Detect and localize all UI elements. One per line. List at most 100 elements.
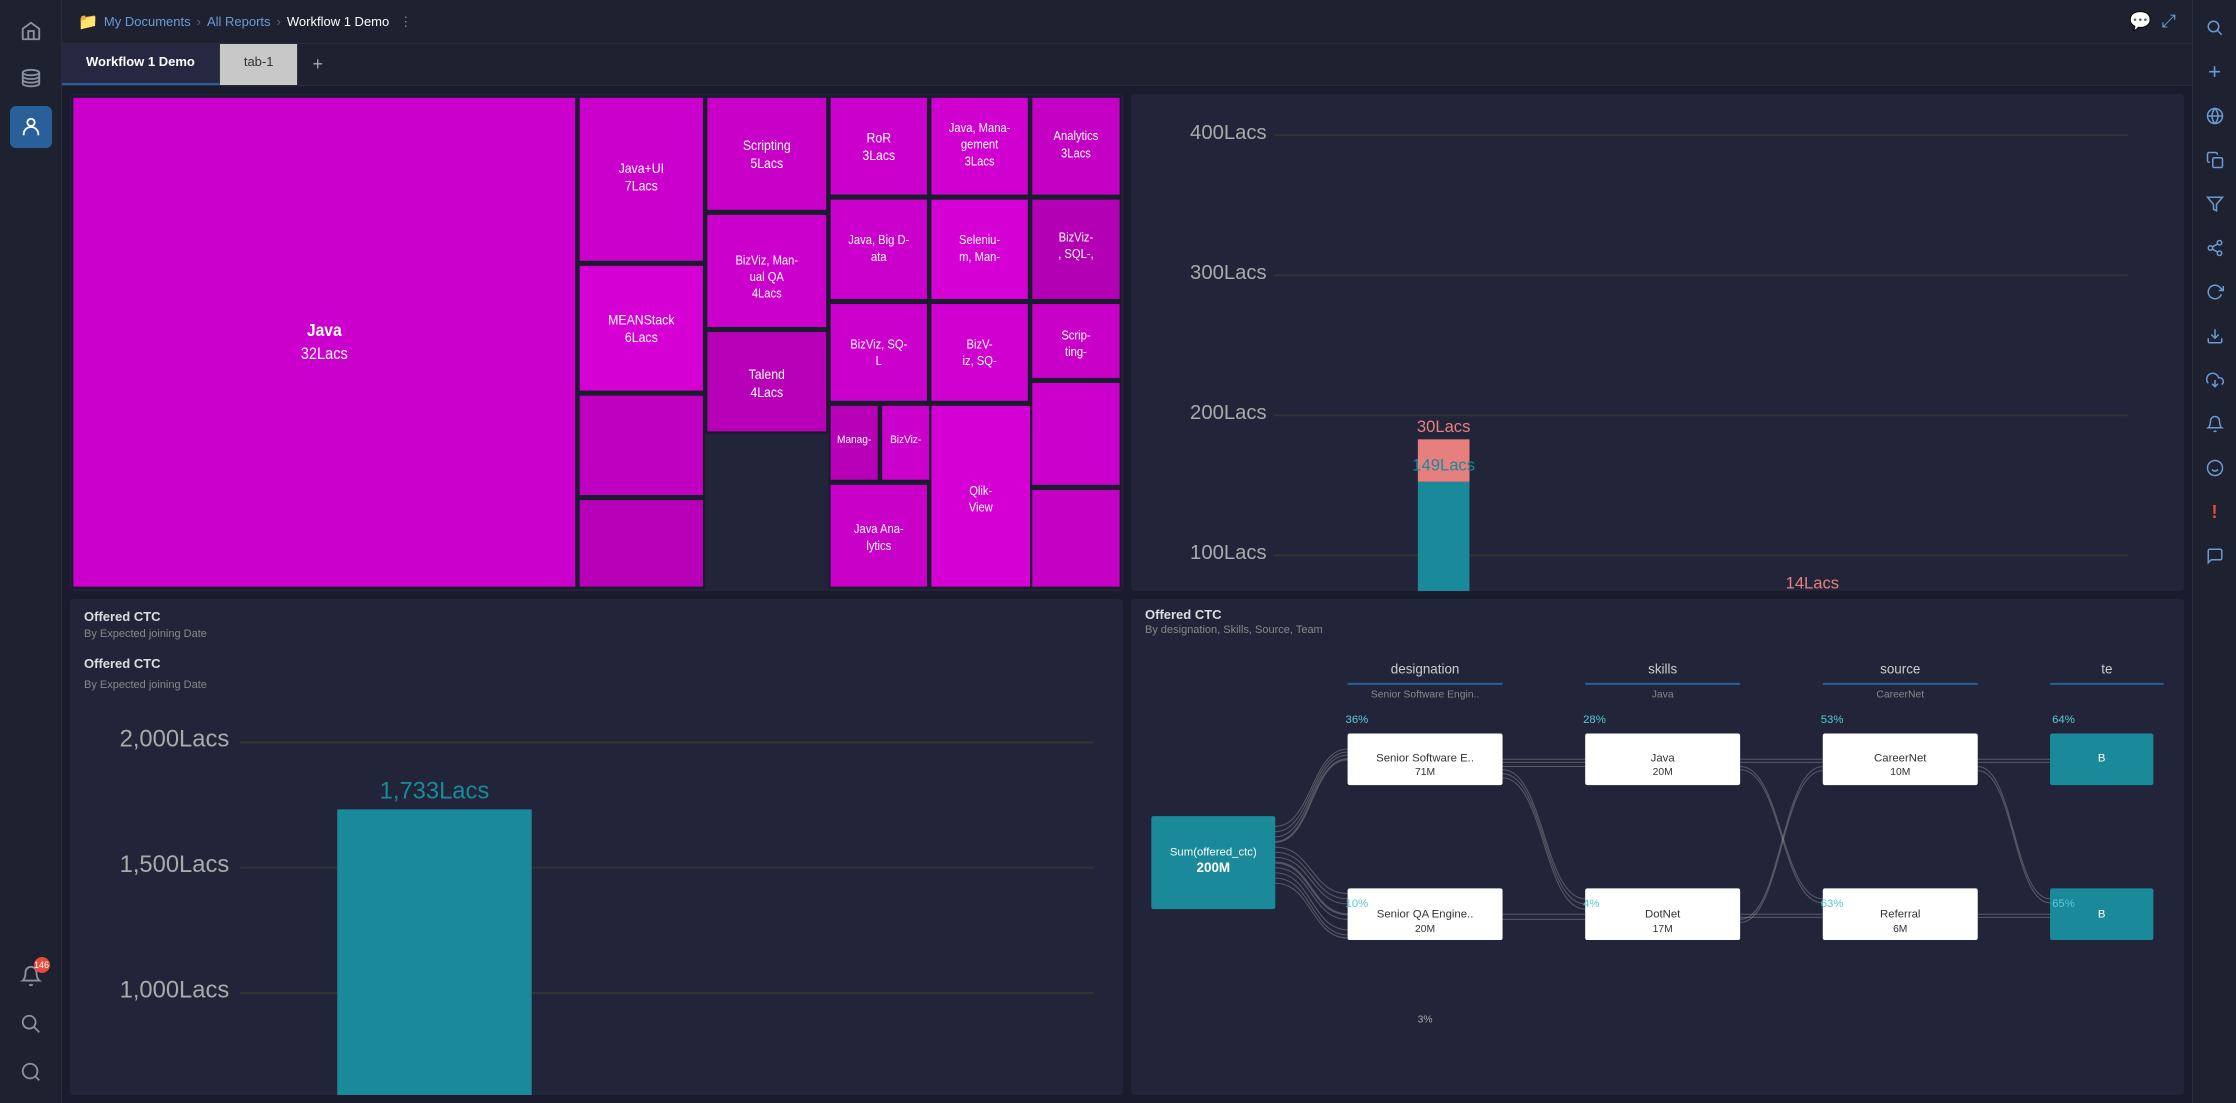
svg-text:3Lacs: 3Lacs — [965, 154, 995, 169]
sidebar-item-search1[interactable] — [10, 1003, 52, 1045]
panel-treemap: Java 32Lacs Java+UI 7Lacs MEANStack 6Lac… — [70, 94, 1123, 591]
svg-text:65%: 65% — [2052, 898, 2075, 910]
topbar-actions: 💬 ⤢ — [2129, 11, 2176, 32]
offered-ctc-bar-subtitle: By Expected joining Date — [70, 628, 1123, 648]
breadcrumb-more-icon[interactable]: ⋮ — [399, 14, 412, 30]
svg-text:28%: 28% — [1583, 714, 1606, 726]
right-sidebar: + — [2192, 0, 2236, 1103]
svg-text:3Lacs: 3Lacs — [862, 147, 895, 163]
svg-text:m, Man-: m, Man- — [959, 249, 1000, 264]
svg-text:Seleniu-: Seleniu- — [959, 233, 1000, 248]
svg-text:4Lacs: 4Lacs — [752, 286, 782, 301]
svg-text:Scrip-: Scrip- — [1061, 328, 1090, 343]
svg-text:MEANStack: MEANStack — [608, 312, 675, 328]
sidebar-left: 146 — [0, 0, 62, 1103]
svg-text:DotNet: DotNet — [1645, 908, 1681, 920]
svg-text:BizViz-: BizViz- — [890, 433, 922, 446]
svg-text:BizViz, SQ-: BizViz, SQ- — [850, 337, 907, 352]
svg-text:200Lacs: 200Lacs — [1190, 402, 1267, 424]
svg-text:Java: Java — [1652, 689, 1674, 700]
svg-text:ata: ata — [871, 249, 887, 264]
svg-text:4Lacs: 4Lacs — [750, 384, 783, 400]
tab-add-button[interactable]: + — [298, 44, 337, 85]
offered-ctc-sub-inline: By Expected joining Date — [70, 679, 1123, 697]
svg-text:1,000Lacs: 1,000Lacs — [120, 976, 230, 1003]
svg-text:Analytics: Analytics — [1054, 128, 1099, 143]
svg-text:200M: 200M — [1197, 859, 1231, 874]
offered-ctc-bar-svg: 2,000Lacs 1,500Lacs 1,000Lacs 500Lacs 0L… — [78, 701, 1115, 1096]
tab-workflow-demo[interactable]: Workflow 1 Demo — [62, 44, 220, 85]
panel-sankey: Offered CTC By designation, Skills, Sour… — [1131, 599, 2184, 1096]
svg-text:BizViz-: BizViz- — [1059, 230, 1094, 245]
svg-text:53%: 53% — [1821, 714, 1844, 726]
svg-text:Qlik-: Qlik- — [969, 483, 992, 498]
right-icon-filter[interactable] — [2197, 186, 2233, 222]
right-icon-copy[interactable] — [2197, 142, 2233, 178]
tab-1[interactable]: tab-1 — [220, 44, 299, 85]
svg-text:gement: gement — [961, 137, 999, 152]
svg-text:View: View — [969, 500, 993, 515]
svg-text:Manag-: Manag- — [837, 433, 872, 446]
breadcrumb-all-reports[interactable]: All Reports — [207, 14, 271, 29]
svg-text:1,500Lacs: 1,500Lacs — [120, 851, 230, 878]
svg-text:100Lacs: 100Lacs — [1190, 542, 1267, 564]
svg-text:2,000Lacs: 2,000Lacs — [120, 725, 230, 752]
svg-text:30Lacs: 30Lacs — [1417, 417, 1470, 436]
svg-text:Java+UI: Java+UI — [619, 160, 664, 176]
svg-text:ual QA: ual QA — [750, 269, 784, 284]
svg-text:CareerNet: CareerNet — [1876, 689, 1924, 700]
right-icon-download2[interactable] — [2197, 362, 2233, 398]
svg-text:iz, SQ-: iz, SQ- — [963, 353, 997, 368]
offered-ctc-bar-title: Offered CTC — [70, 599, 1123, 628]
svg-text:Scripting: Scripting — [743, 137, 791, 153]
sidebar-item-alerts[interactable]: 146 — [10, 955, 52, 997]
svg-text:Java: Java — [307, 320, 342, 340]
right-icon-face[interactable] — [2197, 450, 2233, 486]
svg-text:Talend: Talend — [749, 366, 785, 382]
right-icon-share[interactable] — [2197, 230, 2233, 266]
breadcrumb-current: Workflow 1 Demo — [287, 14, 389, 29]
svg-text:L: L — [876, 353, 883, 368]
svg-text:300Lacs: 300Lacs — [1190, 262, 1267, 284]
right-icon-comment[interactable] — [2197, 538, 2233, 574]
svg-text:Java, Mana-: Java, Mana- — [949, 121, 1011, 136]
svg-text:4%: 4% — [1583, 898, 1599, 910]
svg-text:20M: 20M — [1653, 766, 1673, 777]
right-icon-plus[interactable]: + — [2197, 54, 2233, 90]
svg-text:36%: 36% — [1346, 714, 1369, 726]
main-content: 📁 My Documents › All Reports › Workflow … — [62, 0, 2192, 1103]
svg-text:Senior QA Engine..: Senior QA Engine.. — [1377, 908, 1474, 920]
right-icon-warning[interactable]: ! — [2197, 494, 2233, 530]
dashboard: Java 32Lacs Java+UI 7Lacs MEANStack 6Lac… — [62, 86, 2192, 1103]
panel-offered-ctc-bar: Offered CTC By Expected joining Date Off… — [70, 599, 1123, 1096]
svg-text:B: B — [2098, 908, 2106, 920]
svg-text:32Lacs: 32Lacs — [301, 345, 348, 363]
breadcrumb-my-documents[interactable]: My Documents — [104, 14, 191, 29]
right-icon-search[interactable] — [2197, 10, 2233, 46]
topbar-expand-icon[interactable]: ⤢ — [2162, 11, 2176, 32]
right-icon-bell[interactable] — [2197, 406, 2233, 442]
svg-text:6Lacs: 6Lacs — [625, 330, 658, 346]
svg-text:7Lacs: 7Lacs — [625, 178, 658, 194]
svg-text:Java: Java — [1651, 752, 1676, 764]
sankey-title: Offered CTC — [1131, 599, 2184, 624]
breadcrumb-folder-icon: 📁 — [78, 12, 98, 32]
svg-text:RoR: RoR — [866, 130, 891, 146]
svg-text:3Lacs: 3Lacs — [1061, 146, 1091, 161]
svg-text:source: source — [1880, 661, 1920, 676]
svg-text:B: B — [2098, 752, 2106, 764]
sidebar-item-users[interactable] — [10, 106, 52, 148]
treemap-svg: Java 32Lacs Java+UI 7Lacs MEANStack 6Lac… — [70, 94, 1123, 591]
sidebar-item-database[interactable] — [10, 58, 52, 100]
right-icon-globe[interactable] — [2197, 98, 2233, 134]
breadcrumb-sep2: › — [277, 14, 281, 29]
svg-text:Senior Software E..: Senior Software E.. — [1376, 752, 1474, 764]
svg-text:CareerNet: CareerNet — [1874, 752, 1927, 764]
svg-text:Java, Big D-: Java, Big D- — [848, 233, 909, 248]
right-icon-download1[interactable] — [2197, 318, 2233, 354]
sidebar-item-search2[interactable] — [10, 1051, 52, 1093]
svg-text:17M: 17M — [1653, 923, 1673, 934]
right-icon-refresh[interactable] — [2197, 274, 2233, 310]
topbar-chat-icon[interactable]: 💬 — [2129, 11, 2151, 32]
sidebar-item-home[interactable] — [10, 10, 52, 52]
